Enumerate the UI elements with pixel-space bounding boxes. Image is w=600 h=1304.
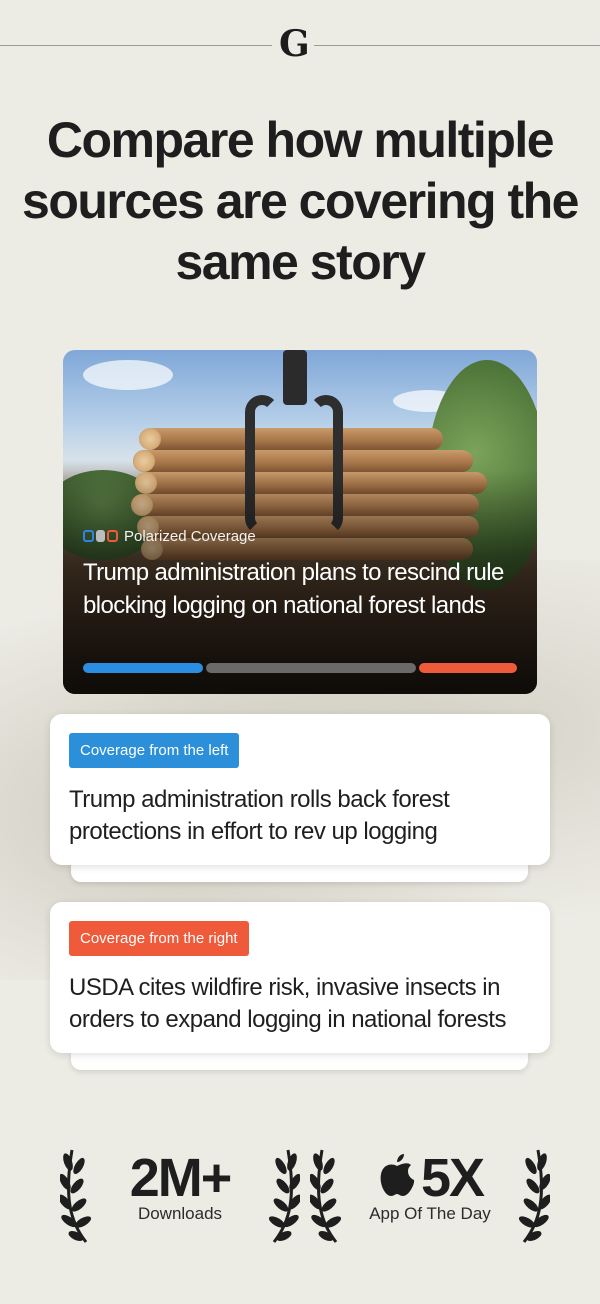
app-of-the-day-value: 5X (420, 1148, 485, 1208)
right-coverage-tag: Coverage from the right (69, 921, 249, 956)
right-coverage-card[interactable]: Coverage from the right USDA cites wildf… (50, 902, 550, 1053)
hero-story-card[interactable]: Polarized Coverage Trump administration … (63, 350, 537, 694)
divider-right (314, 45, 600, 46)
polarized-coverage-badge: Polarized Coverage (83, 526, 256, 546)
app-of-the-day-value-row: 5X (310, 1148, 550, 1208)
hero-story-title: Trump administration plans to rescind ru… (83, 559, 504, 619)
laurel-icon (518, 1149, 550, 1243)
app-of-the-day-caption: App Of The Day (369, 1204, 491, 1223)
page-headline: Compare how multiple sources are coverin… (22, 112, 579, 290)
app-logo: G (279, 23, 310, 65)
left-coverage-stack: Coverage from the left Trump administrat… (50, 714, 550, 884)
bias-bar-left (83, 663, 203, 673)
left-coverage-tag: Coverage from the left (69, 733, 240, 768)
divider-left (0, 45, 272, 46)
right-coverage-title: USDA cites wildfire risk, invasive insec… (69, 974, 506, 1033)
left-coverage-title: Trump administration rolls back forest p… (69, 786, 450, 845)
apple-icon (380, 1154, 415, 1196)
image-overlay (63, 350, 537, 694)
bias-distribution-icon (83, 530, 118, 542)
badge-label: Polarized Coverage (124, 527, 256, 545)
downloads-award: 2M+ Downloads (60, 1140, 300, 1250)
app-of-the-day-award: 5X App Of The Day (310, 1140, 550, 1250)
left-coverage-card[interactable]: Coverage from the left Trump administrat… (50, 714, 550, 865)
bias-bar-right (418, 663, 517, 673)
downloads-caption: Downloads (137, 1204, 223, 1223)
laurel-icon (268, 1149, 300, 1243)
bias-bar-center (205, 663, 416, 673)
bias-bar (83, 663, 517, 673)
right-coverage-stack: Coverage from the right USDA cites wildf… (50, 902, 550, 1072)
top-bar: G (0, 0, 600, 90)
downloads-value: 2M+ (129, 1148, 233, 1208)
